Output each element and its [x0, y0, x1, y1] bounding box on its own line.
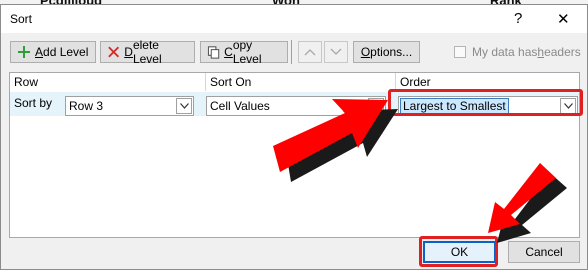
dialog-title: Sort — [10, 12, 33, 26]
delete-level-button[interactable]: Delete Level — [100, 38, 195, 66]
move-up-button[interactable] — [298, 41, 322, 63]
delete-x-icon — [108, 46, 120, 58]
title-bar: Sort ? ✕ — [1, 5, 587, 33]
chevron-down-icon — [330, 48, 342, 55]
sort-on-value: Cell Values — [210, 99, 270, 113]
add-level-button[interactable]: Add Level — [10, 41, 96, 63]
options-button[interactable]: Options... — [353, 41, 420, 63]
move-down-button[interactable] — [324, 41, 348, 63]
row-select-value: Row 3 — [69, 99, 104, 113]
chevron-up-icon — [304, 49, 316, 56]
sort-dialog: Sort ? ✕ Add Level Delete Level Copy Lev… — [0, 4, 588, 270]
plus-icon — [18, 46, 30, 58]
toolbar-separator — [291, 40, 292, 64]
dropdown-button[interactable] — [368, 98, 384, 114]
copy-level-label: opy Level — [232, 38, 262, 66]
chevron-down-icon — [371, 103, 381, 109]
cancel-button[interactable]: Cancel — [508, 241, 580, 263]
column-header-sort-on: Sort On — [210, 75, 252, 89]
copy-level-button[interactable]: Copy Level — [200, 38, 288, 66]
options-label: ptions... — [370, 45, 413, 59]
checkbox-box[interactable] — [454, 46, 466, 58]
copy-icon — [207, 46, 220, 59]
add-level-label: dd Level — [43, 45, 89, 59]
sort-on-select[interactable]: Cell Values — [206, 96, 386, 116]
highlight-box-order — [388, 89, 583, 116]
row-select[interactable]: Row 3 — [65, 96, 194, 116]
dropdown-button[interactable] — [176, 98, 192, 114]
close-button[interactable]: ✕ — [557, 10, 570, 28]
chevron-down-icon — [179, 103, 189, 109]
sort-by-label: Sort by — [14, 96, 53, 110]
my-data-has-headers-checkbox[interactable]: My data has h eaders — [454, 45, 581, 59]
delete-level-label: elete Level — [132, 38, 162, 66]
column-header-row: Row — [14, 75, 39, 89]
help-button[interactable]: ? — [514, 10, 522, 27]
highlight-box-ok — [419, 236, 498, 267]
